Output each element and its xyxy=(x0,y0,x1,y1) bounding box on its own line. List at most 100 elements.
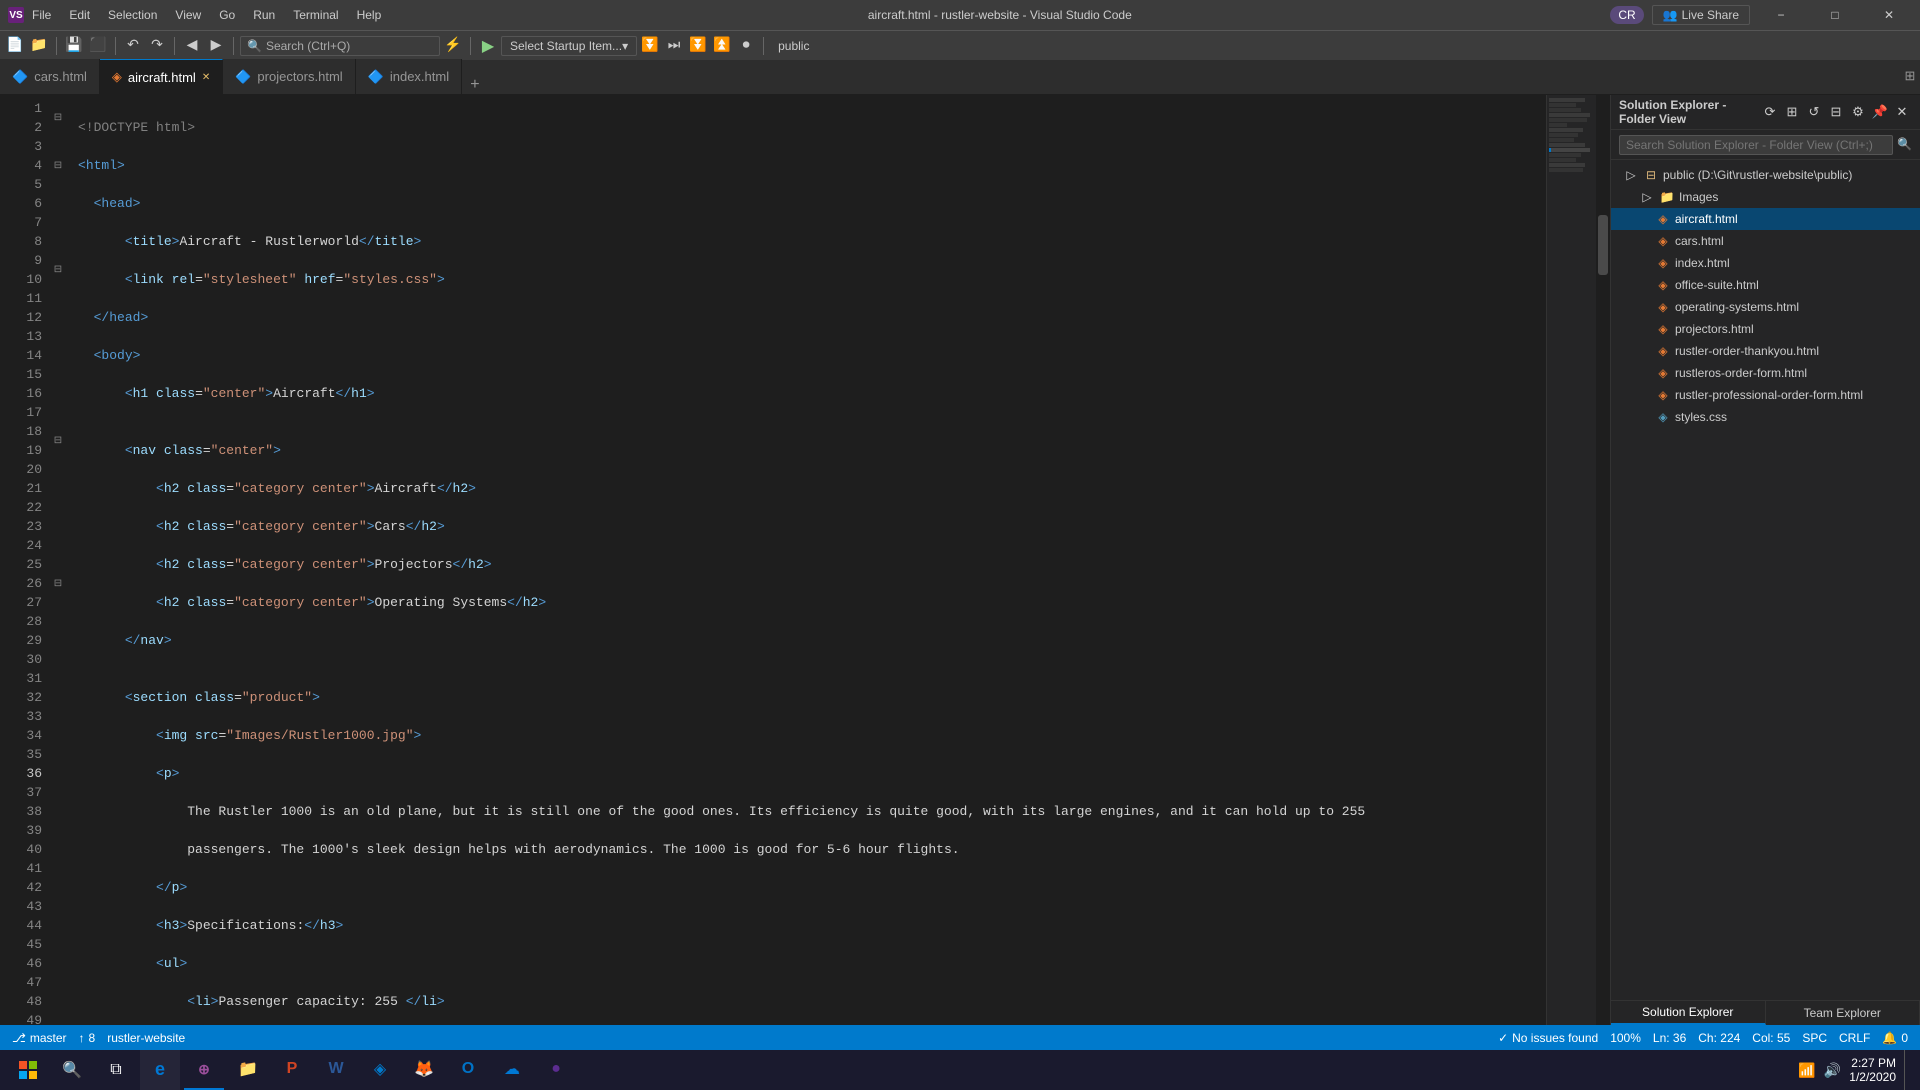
run-btn[interactable]: ▶ xyxy=(477,35,499,57)
se-file-css[interactable]: ◈ styles.css xyxy=(1611,406,1920,428)
scrollbar-thumb[interactable] xyxy=(1598,215,1608,275)
step-out-btn[interactable]: ⏫ xyxy=(711,35,733,57)
search-go-btn[interactable]: ⚡ xyxy=(442,35,464,57)
se-filter-btn[interactable]: ⊞ xyxy=(1782,102,1802,122)
status-repo[interactable]: rustler-website xyxy=(107,1031,185,1045)
redo-btn[interactable]: ↷ xyxy=(146,35,168,57)
close-button[interactable]: ✕ xyxy=(1866,0,1912,30)
se-collapse-btn[interactable]: ⊟ xyxy=(1826,102,1846,122)
se-file-thankyou[interactable]: ◈ rustler-order-thankyou.html xyxy=(1611,340,1920,362)
status-ln[interactable]: Ln: 36 xyxy=(1653,1031,1686,1045)
save-all-btn[interactable]: ⬛ xyxy=(87,35,109,57)
status-ch[interactable]: Ch: 224 xyxy=(1698,1031,1740,1045)
se-file-prof[interactable]: ◈ rustler-professional-order-form.html xyxy=(1611,384,1920,406)
tab-projectors-html[interactable]: 🔷 projectors.html xyxy=(223,59,355,94)
taskbar-edge[interactable]: e xyxy=(140,1050,180,1090)
se-pin-btn[interactable]: 📌 xyxy=(1870,102,1890,122)
code-line-23: <h3>Specifications:</h3> xyxy=(78,916,1546,935)
split-editor-btn[interactable]: ⊞ xyxy=(1900,59,1920,94)
tab-aircraft-html[interactable]: ◈ aircraft.html ✕ xyxy=(100,59,223,94)
start-button[interactable] xyxy=(8,1050,48,1090)
minimap[interactable] xyxy=(1546,95,1596,1025)
status-encoding[interactable]: SPC xyxy=(1802,1031,1827,1045)
se-images-folder[interactable]: ▷ 📁 Images xyxy=(1611,186,1920,208)
menu-help[interactable]: Help xyxy=(349,6,390,24)
maximize-button[interactable]: □ xyxy=(1812,0,1858,30)
taskbar-firefox[interactable]: 🦊 xyxy=(404,1050,444,1090)
debug-btn[interactable]: ⏬ xyxy=(639,35,661,57)
save-btn[interactable]: 💾 xyxy=(63,35,85,57)
fold-7[interactable] xyxy=(50,194,66,213)
menu-file[interactable]: File xyxy=(24,6,59,24)
menu-selection[interactable]: Selection xyxy=(100,6,165,24)
se-file-cars[interactable]: ◈ cars.html xyxy=(1611,230,1920,252)
status-notifications[interactable]: 🔔 0 xyxy=(1882,1031,1908,1045)
branch-label[interactable]: public xyxy=(770,39,817,53)
live-share-button[interactable]: 👥 Live Share xyxy=(1652,5,1750,25)
menu-edit[interactable]: Edit xyxy=(61,6,98,24)
se-file-os[interactable]: ◈ operating-systems.html xyxy=(1611,296,1920,318)
taskbar-vscode[interactable]: ◈ xyxy=(360,1050,400,1090)
se-tab-team-explorer[interactable]: Team Explorer xyxy=(1766,1001,1920,1025)
tab-add-button[interactable]: + xyxy=(462,76,488,94)
status-branch[interactable]: ⎇ master xyxy=(12,1031,67,1045)
status-ready[interactable]: ✓ No issues found xyxy=(1498,1031,1598,1045)
status-line-ending[interactable]: CRLF xyxy=(1839,1031,1870,1045)
code-line-2: <html> xyxy=(78,156,1546,175)
taskbar-explorer[interactable]: 📁 xyxy=(228,1050,268,1090)
se-tab-solution-explorer[interactable]: Solution Explorer xyxy=(1611,1001,1766,1025)
open-folder-btn[interactable]: 📁 xyxy=(28,35,50,57)
code-editor[interactable]: <!DOCTYPE html> <html> <head> <title>Air… xyxy=(66,95,1546,1025)
taskbar-wifi[interactable]: 📶 xyxy=(1798,1062,1815,1079)
search-button[interactable]: 🔍 xyxy=(52,1050,92,1090)
se-close-btn[interactable]: ✕ xyxy=(1892,102,1912,122)
search-box[interactable]: 🔍 Search (Ctrl+Q) xyxy=(240,36,440,56)
vertical-scrollbar[interactable] xyxy=(1596,95,1610,1025)
menu-view[interactable]: View xyxy=(167,6,209,24)
taskbar-app2[interactable]: ● xyxy=(536,1050,576,1090)
fold-36[interactable] xyxy=(50,612,66,631)
taskbar-onedrive[interactable]: ☁ xyxy=(492,1050,532,1090)
tab-index-html[interactable]: 🔷 index.html xyxy=(356,59,462,94)
status-sync[interactable]: ↑ 8 xyxy=(79,1031,96,1045)
se-search-input[interactable] xyxy=(1619,135,1893,155)
se-file-projectors[interactable]: ◈ projectors.html xyxy=(1611,318,1920,340)
menu-go[interactable]: Go xyxy=(211,6,243,24)
undo-btn[interactable]: ↶ xyxy=(122,35,144,57)
se-file-office[interactable]: ◈ office-suite.html xyxy=(1611,274,1920,296)
fold-34[interactable]: ⊟ xyxy=(50,555,66,612)
se-file-aircraft[interactable]: ◈ aircraft.html xyxy=(1611,208,1920,230)
fold-3[interactable]: ⊟ xyxy=(50,137,66,194)
tab-cars-html[interactable]: 🔷 cars.html xyxy=(0,59,100,94)
fold-17[interactable]: ⊟ xyxy=(50,327,66,555)
editor-area[interactable]: 1 2 3 4 5 6 7 8 9 10 11 12 13 14 15 16 1… xyxy=(0,95,1610,1025)
taskview-button[interactable]: ⧉ xyxy=(96,1050,136,1090)
se-refresh-btn[interactable]: ↺ xyxy=(1804,102,1824,122)
se-file-rustleros[interactable]: ◈ rustleros-order-form.html xyxy=(1611,362,1920,384)
taskbar-word[interactable]: W xyxy=(316,1050,356,1090)
startup-selector[interactable]: Select Startup Item... ▾ xyxy=(501,36,637,56)
menu-terminal[interactable]: Terminal xyxy=(285,6,346,24)
search-icon: 🔍 xyxy=(247,39,262,53)
taskbar-volume[interactable]: 🔊 xyxy=(1824,1062,1841,1079)
fold-2[interactable]: ⊟ xyxy=(50,99,66,137)
fold-10[interactable]: ⊟ xyxy=(50,213,66,327)
status-col[interactable]: Col: 55 xyxy=(1752,1031,1790,1045)
se-root-item[interactable]: ▷ ⊟ public (D:\Git\rustler-website\publi… xyxy=(1611,164,1920,186)
se-file-index[interactable]: ◈ index.html xyxy=(1611,252,1920,274)
menu-run[interactable]: Run xyxy=(245,6,283,24)
new-file-btn[interactable]: 📄 xyxy=(4,35,26,57)
taskbar-outlook[interactable]: O xyxy=(448,1050,488,1090)
status-zoom[interactable]: 100% xyxy=(1610,1031,1641,1045)
forward-btn[interactable]: ▶ xyxy=(205,35,227,57)
se-settings-btn[interactable]: ⚙ xyxy=(1848,102,1868,122)
back-btn[interactable]: ◀ xyxy=(181,35,203,57)
breakpoint-btn[interactable]: ⏺ xyxy=(735,35,757,57)
taskbar-vs[interactable]: ⊕ xyxy=(184,1050,224,1090)
minimize-button[interactable]: − xyxy=(1758,0,1804,30)
step-in-btn[interactable]: ⏬ xyxy=(687,35,709,57)
show-desktop-btn[interactable] xyxy=(1904,1050,1912,1090)
se-sync-btn[interactable]: ⟳ xyxy=(1760,102,1780,122)
step-over-btn[interactable]: ⏭ xyxy=(663,35,685,57)
taskbar-powerpoint[interactable]: P xyxy=(272,1050,312,1090)
